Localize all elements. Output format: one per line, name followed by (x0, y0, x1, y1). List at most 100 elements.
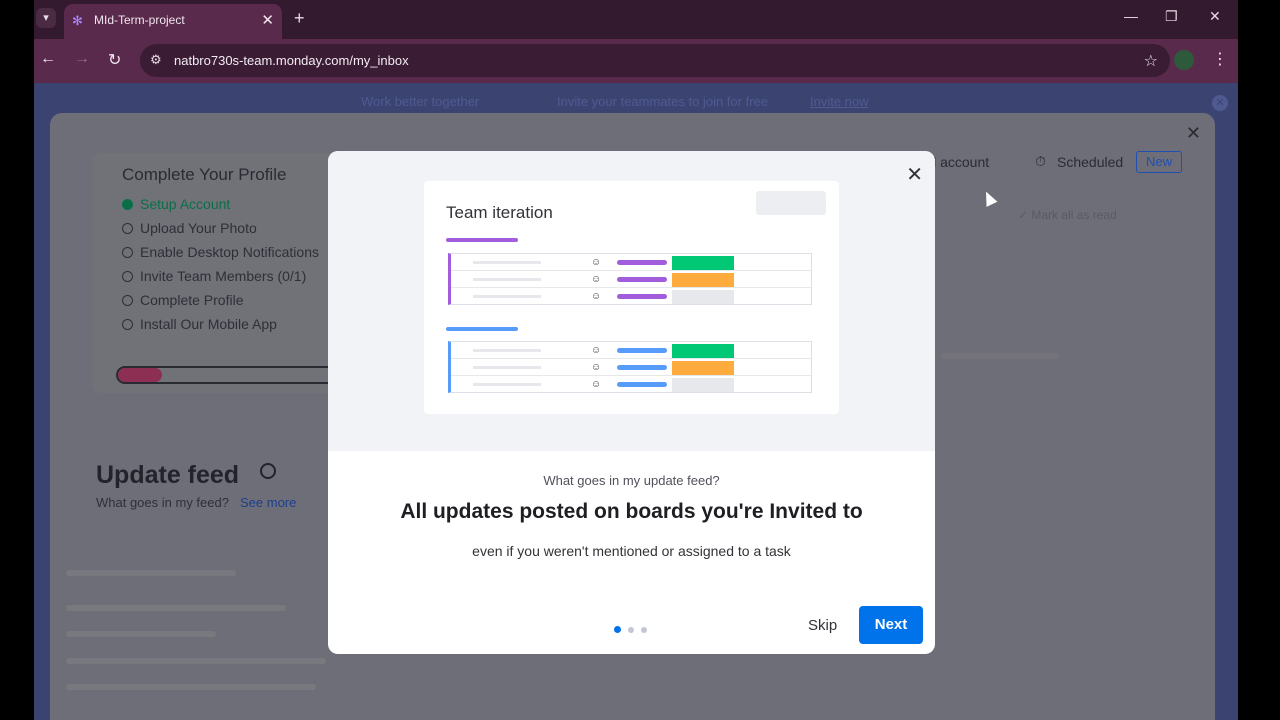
status-working (672, 273, 734, 287)
progress-fill (118, 368, 162, 382)
chat-icon[interactable] (260, 463, 276, 479)
reload-icon[interactable]: ↻ (108, 50, 121, 70)
invite-banner: Work better together Invite your teammat… (34, 83, 1238, 115)
row-label (473, 295, 541, 298)
page-dot-active[interactable] (614, 626, 621, 633)
circle-icon (122, 295, 133, 306)
mark-all-read-label: Mark all as read (1031, 208, 1117, 222)
status-empty (672, 290, 734, 304)
skeleton-line (66, 605, 286, 611)
tab-title: MId-Term-project (94, 13, 185, 27)
check-icon (122, 199, 133, 210)
illustration-title: Team iteration (446, 203, 553, 222)
person-icon: ☺ (591, 257, 602, 268)
row-label (473, 349, 541, 352)
url-text: natbro730s-team.monday.com/my_inbox (174, 53, 409, 68)
person-icon: ☺ (591, 345, 602, 356)
banner-close-icon[interactable]: ✕ (1212, 95, 1228, 111)
profile-avatar-icon[interactable] (1174, 50, 1194, 70)
next-button[interactable]: Next (859, 606, 923, 644)
site-info-icon[interactable]: ⚙ (150, 52, 162, 68)
row-bar (617, 365, 667, 370)
feed-subtitle: What goes in my feed? (96, 495, 229, 510)
tab-search-icon[interactable]: ▾ (36, 8, 56, 28)
banner-invite-text: Invite your teammates to join for free (557, 94, 768, 109)
clock-icon: ⏱ (1035, 153, 1046, 169)
step-label: Upload Your Photo (140, 220, 257, 236)
page-dot[interactable] (628, 627, 634, 633)
step-mobile-app[interactable]: Install Our Mobile App (122, 316, 277, 332)
skeleton-line (66, 570, 236, 576)
illustration-row: ☺ (451, 271, 811, 288)
banner-text: Work better together (361, 94, 480, 109)
step-label: Invite Team Members (0/1) (140, 268, 307, 284)
row-label (473, 261, 541, 264)
browser-menu-icon[interactable]: ⋮ (1212, 49, 1228, 69)
circle-icon (122, 247, 133, 258)
address-bar[interactable]: ⚙ natbro730s-team.monday.com/my_inbox ☆ (140, 44, 1170, 77)
invite-now-link[interactable]: Invite now (810, 94, 869, 109)
modal-subtitle: What goes in my update feed? (543, 473, 720, 488)
skip-button[interactable]: Skip (808, 617, 837, 634)
forward-icon[interactable]: → (74, 50, 90, 68)
minimize-icon[interactable]: — (1124, 8, 1138, 24)
skeleton-line (66, 684, 316, 690)
scheduled-tab[interactable]: Scheduled (1057, 154, 1123, 170)
person-icon: ☺ (591, 362, 602, 373)
row-label (473, 366, 541, 369)
tab-close-icon[interactable]: ✕ (261, 11, 274, 29)
modal-description: even if you weren't mentioned or assigne… (472, 543, 791, 559)
back-icon[interactable]: ← (40, 50, 56, 68)
page-dot[interactable] (641, 627, 647, 633)
all-account-tab[interactable]: ll account (930, 154, 989, 170)
illustration-row: ☺ (451, 288, 811, 305)
modal-close-icon[interactable]: ✕ (906, 165, 923, 185)
circle-icon (122, 223, 133, 234)
row-bar (617, 382, 667, 387)
circle-icon (122, 271, 133, 282)
panel-close-icon[interactable]: ✕ (1186, 123, 1201, 144)
illustration-row: ☺ (451, 376, 811, 393)
see-more-link[interactable]: See more (240, 495, 296, 510)
step-complete-profile[interactable]: Complete Profile (122, 292, 244, 308)
browser-tab-bar: ▾ ✻ MId-Term-project ✕ + — ❐ ✕ (34, 0, 1238, 39)
illustration-button (756, 191, 826, 215)
row-label (473, 278, 541, 281)
step-upload-photo[interactable]: Upload Your Photo (122, 220, 257, 236)
skeleton-line (940, 353, 1060, 359)
status-working (672, 361, 734, 375)
step-invite-members[interactable]: Invite Team Members (0/1) (122, 268, 306, 284)
update-feed-title: Update feed (96, 461, 240, 489)
skeleton-line (66, 658, 326, 664)
new-tab-icon[interactable]: + (294, 8, 305, 29)
illustration-row: ☺ (451, 254, 811, 271)
step-label: Install Our Mobile App (140, 316, 277, 332)
window-close-icon[interactable]: ✕ (1209, 8, 1221, 25)
status-empty (672, 378, 734, 392)
browser-toolbar: ← → ↻ ⚙ natbro730s-team.monday.com/my_in… (34, 39, 1238, 83)
restore-icon[interactable]: ❐ (1165, 8, 1178, 25)
person-icon: ☺ (591, 379, 602, 390)
row-label (473, 383, 541, 386)
step-setup-account[interactable]: Setup Account (122, 196, 230, 212)
step-label: Complete Profile (140, 292, 244, 308)
step-label: Setup Account (140, 196, 231, 212)
person-icon: ☺ (591, 274, 602, 285)
new-badge: New (1136, 151, 1182, 173)
step-desktop-notifications[interactable]: Enable Desktop Notifications (122, 244, 319, 260)
monday-favicon-icon: ✻ (72, 13, 83, 28)
group-header-blue (446, 327, 518, 331)
group-header-purple (446, 238, 518, 242)
person-icon: ☺ (591, 291, 602, 302)
status-done (672, 256, 734, 270)
team-iteration-illustration: Team iteration ☺ ☺ ☺ ☺ ☺ ☺ (424, 181, 839, 414)
modal-illustration-area: Team iteration ☺ ☺ ☺ ☺ ☺ ☺ ✕ (328, 151, 935, 451)
mark-all-read-button[interactable]: ✓ Mark all as read (1018, 208, 1117, 222)
modal-title: All updates posted on boards you're Invi… (400, 500, 863, 523)
update-feed-modal: Team iteration ☺ ☺ ☺ ☺ ☺ ☺ ✕ What goes i… (328, 151, 935, 654)
browser-tab[interactable]: ✻ MId-Term-project ✕ (64, 4, 282, 39)
illustration-row: ☺ (451, 342, 811, 359)
bookmark-star-icon[interactable]: ☆ (1144, 51, 1158, 71)
skeleton-line (66, 631, 216, 637)
row-bar (617, 348, 667, 353)
